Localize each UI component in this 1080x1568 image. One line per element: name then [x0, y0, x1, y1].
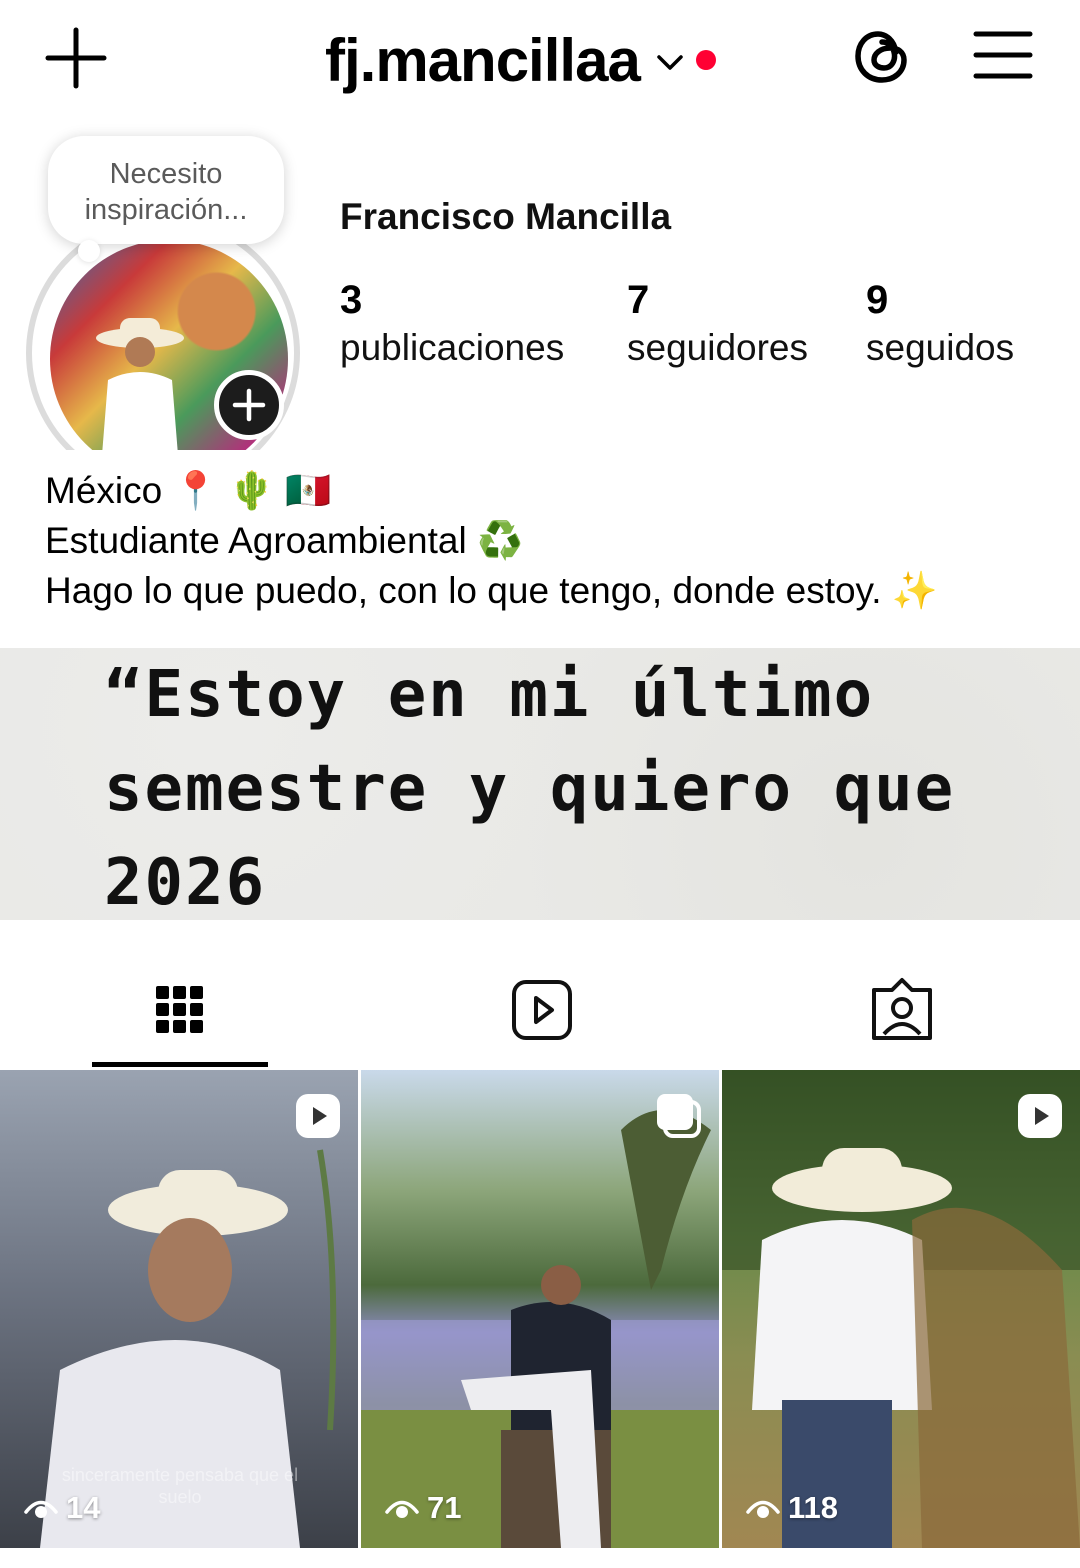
post-tile[interactable]: sinceramente pensaba que el suelo 14: [0, 1070, 358, 1548]
view-count-value: 71: [427, 1490, 462, 1525]
reel-badge-icon: [296, 1094, 340, 1138]
username-title[interactable]: fj.mancillaa: [325, 26, 641, 95]
post-photo: [722, 1070, 1080, 1548]
eye-icon: [385, 1500, 419, 1518]
stat-following[interactable]: 9 seguidos: [866, 278, 1014, 374]
bio-line: México 📍 🌵 🇲🇽: [45, 470, 332, 511]
grid-icon: [156, 986, 203, 1033]
menu-icon[interactable]: [972, 28, 1034, 82]
stat-label: seguidos: [866, 327, 1015, 368]
view-count-value: 118: [788, 1490, 839, 1525]
view-count-value: 14: [66, 1490, 101, 1525]
post-tile[interactable]: 118: [722, 1070, 1080, 1548]
eye-icon: [24, 1500, 58, 1518]
chevron-down-icon[interactable]: [654, 47, 686, 79]
active-tab-indicator: [92, 1062, 268, 1067]
note-tail: [78, 240, 100, 262]
post-tile[interactable]: 71: [361, 1070, 719, 1548]
bio: México 📍 🌵 🇲🇽 Estudiante Agroambiental ♻…: [45, 466, 1045, 616]
stat-value: 7: [627, 278, 650, 322]
account-switcher[interactable]: fj.mancillaa: [325, 20, 716, 100]
reels-icon: [512, 980, 572, 1040]
eye-icon: [746, 1500, 780, 1518]
create-plus-icon[interactable]: [44, 26, 108, 90]
threads-icon[interactable]: [850, 22, 914, 90]
stat-label: seguidores: [627, 327, 809, 368]
tab-reels[interactable]: [360, 968, 720, 1068]
view-count: 71: [385, 1490, 461, 1526]
bio-line: Hago lo que puedo, con lo que tengo, don…: [45, 570, 938, 611]
stat-label: publicaciones: [340, 327, 565, 368]
add-story-button[interactable]: [214, 370, 284, 440]
quote-banner[interactable]: “Estoy en mi último semestre y quiero qu…: [0, 648, 1080, 920]
stat-posts[interactable]: 3 publicaciones: [340, 278, 564, 374]
view-count: 118: [746, 1490, 838, 1526]
top-bar: fj.mancillaa: [0, 0, 1080, 120]
post-photo: [361, 1110, 719, 1548]
tab-tagged[interactable]: [720, 968, 1080, 1068]
view-count: 14: [24, 1490, 100, 1526]
notification-dot: [695, 50, 716, 70]
stat-followers[interactable]: 7 seguidores: [627, 278, 808, 374]
profile-tabs: [0, 968, 1080, 1070]
display-name: Francisco Mancilla: [340, 196, 672, 237]
avatar-photo: [96, 318, 184, 450]
profile-note-bubble[interactable]: Necesito inspiración...: [48, 136, 284, 244]
tagged-icon: [872, 978, 932, 1040]
plus-icon: [232, 388, 266, 422]
banner-text: “Estoy en mi último semestre y quiero qu…: [104, 658, 956, 920]
bio-line: Estudiante Agroambiental ♻️: [45, 520, 524, 561]
carousel-badge-icon: [657, 1094, 701, 1138]
stat-value: 9: [866, 278, 889, 322]
profile-note-text: Necesito inspiración...: [84, 158, 248, 226]
posts-grid: sinceramente pensaba que el suelo 14 71 …: [0, 1070, 1080, 1550]
stat-value: 3: [340, 278, 363, 322]
tab-posts[interactable]: [0, 968, 360, 1068]
reel-badge-icon: [1018, 1094, 1062, 1138]
